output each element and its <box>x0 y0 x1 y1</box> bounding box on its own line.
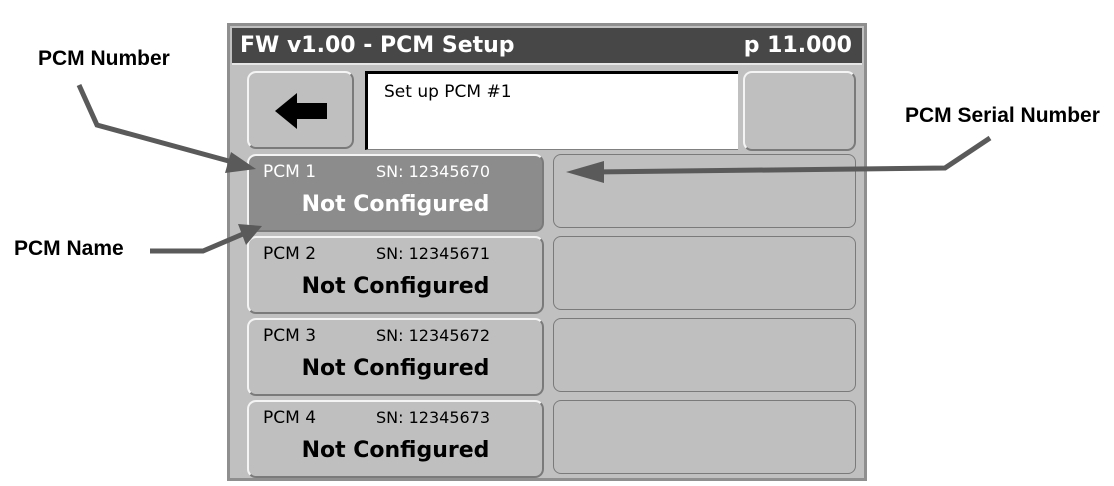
pcm-serial-number: SN: 12345670 <box>376 162 491 181</box>
callout-pcm-number: PCM Number <box>38 47 170 70</box>
pcm-serial-number: SN: 12345671 <box>376 244 491 263</box>
pcm-info-panel-4[interactable] <box>553 400 856 474</box>
pcm-number: PCM 1 <box>263 162 317 182</box>
pcm-info-panel-1[interactable] <box>553 154 856 228</box>
pcm-button-3[interactable]: PCM 3 SN: 12345672 Not Configured <box>247 318 544 396</box>
pcm-name: Not Configured <box>301 438 490 463</box>
pcm-button-1[interactable]: PCM 1 SN: 12345670 Not Configured <box>247 154 544 232</box>
pcm-serial-number: SN: 12345672 <box>376 326 491 345</box>
page-number: p 11.000 <box>743 33 852 58</box>
pcm-number: PCM 2 <box>263 244 317 264</box>
pcm-name: Not Configured <box>301 274 490 299</box>
message-box: Set up PCM #1 <box>365 71 738 150</box>
pcm-info-panel-2[interactable] <box>553 236 856 310</box>
left-arrow-icon <box>275 93 327 129</box>
device-screen: FW v1.00 - PCM Setup p 11.000 Set up PCM… <box>227 23 867 481</box>
pcm-number: PCM 3 <box>263 326 317 346</box>
callout-pcm-name: PCM Name <box>14 237 124 260</box>
pcm-serial-number: SN: 12345673 <box>376 408 491 427</box>
pcm-name: Not Configured <box>301 356 490 381</box>
pcm-button-4[interactable]: PCM 4 SN: 12345673 Not Configured <box>247 400 544 478</box>
title-bar: FW v1.00 - PCM Setup p 11.000 <box>232 28 862 65</box>
screen-title: FW v1.00 - PCM Setup <box>240 33 515 58</box>
pcm-info-panel-3[interactable] <box>553 318 856 392</box>
callout-pcm-serial-number: PCM Serial Number <box>905 104 1100 127</box>
message-text: Set up PCM #1 <box>384 82 512 102</box>
back-button[interactable] <box>247 71 354 149</box>
pcm-number-arrow <box>76 83 237 166</box>
blank-button[interactable] <box>743 71 856 151</box>
pcm-button-2[interactable]: PCM 2 SN: 12345671 Not Configured <box>247 236 544 314</box>
pcm-name: Not Configured <box>301 192 490 217</box>
pcm-number: PCM 4 <box>263 408 317 428</box>
